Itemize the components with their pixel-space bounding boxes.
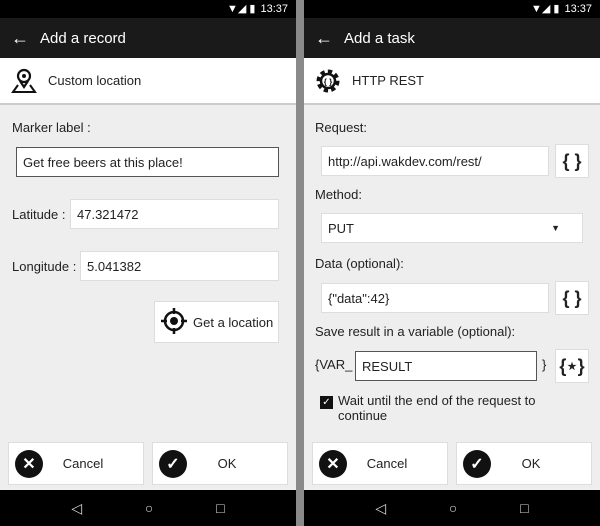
cancel-button[interactable]: ✕ Cancel (312, 442, 448, 485)
variable-name-input[interactable]: RESULT (355, 351, 537, 381)
back-nav-icon[interactable]: ◁ (71, 500, 82, 517)
wifi-signal-battery-icon: ▼◢ ▮ (227, 3, 256, 15)
page-title: Add a record (40, 29, 126, 47)
method-value: PUT (328, 220, 354, 236)
wait-label: Wait until the end of the request to con… (338, 393, 536, 423)
marker-label: Marker label : (12, 120, 91, 135)
back-arrow-icon[interactable]: ← (0, 28, 40, 49)
close-icon: ✕ (15, 449, 43, 478)
method-select[interactable]: PUT ▼ (321, 213, 583, 243)
recents-nav-icon[interactable]: □ (520, 500, 528, 516)
home-nav-icon[interactable]: ○ (449, 500, 457, 516)
ok-button[interactable]: ✓ OK (152, 442, 288, 485)
nav-bar: ◁ ○ □ (0, 490, 296, 526)
get-location-button[interactable]: Get a location (154, 301, 279, 343)
request-label: Request: (315, 120, 368, 135)
data-input[interactable]: {"data":42} (321, 283, 549, 313)
request-variables-button[interactable]: { } (555, 144, 589, 178)
section-header: Custom location (0, 58, 296, 105)
ok-label: OK (217, 456, 237, 471)
home-nav-icon[interactable]: ○ (145, 500, 153, 516)
crosshair-icon (161, 307, 187, 337)
ok-label: OK (521, 456, 541, 471)
save-result-label: Save result in a variable (optional): (315, 324, 516, 339)
back-nav-icon[interactable]: ◁ (375, 500, 386, 517)
page-title: Add a task (344, 29, 415, 47)
get-location-label: Get a location (193, 314, 274, 330)
variable-insert-button[interactable]: {⋆} (555, 349, 589, 383)
ok-button[interactable]: ✓ OK (456, 442, 592, 485)
latitude-label: Latitude : (12, 207, 66, 222)
latitude-input[interactable]: 47.321472 (70, 199, 279, 229)
var-prefix: {VAR_ (315, 357, 353, 372)
recents-nav-icon[interactable]: □ (216, 500, 224, 516)
clock: 13:37 (260, 3, 288, 15)
longitude-label: Longitude : (12, 259, 77, 274)
clock: 13:37 (564, 3, 592, 15)
wait-checkbox[interactable]: ✓ (320, 396, 333, 409)
add-record-screen: ▼◢ ▮ 13:37 ← Add a record Custom location … (0, 0, 296, 526)
header-title: HTTP REST (352, 73, 424, 88)
svg-text:{ }: { } (324, 77, 332, 86)
var-suffix: } (542, 357, 547, 372)
marker-label-input[interactable]: Get free beers at this place! (16, 147, 279, 177)
close-icon: ✕ (319, 449, 347, 478)
longitude-input[interactable]: 5.041382 (80, 251, 279, 281)
map-pin-icon (0, 68, 48, 94)
status-bar: ▼◢ ▮ 13:37 (0, 0, 296, 18)
cancel-label: Cancel (366, 456, 408, 471)
dropdown-arrow-icon: ▼ (551, 223, 560, 233)
method-label: Method: (315, 187, 362, 202)
app-bar: ← Add a task (304, 18, 600, 58)
section-header: { } HTTP REST (304, 58, 600, 105)
request-input[interactable]: http://api.wakdev.com/rest/ (321, 146, 549, 176)
status-bar: ▼◢ ▮ 13:37 (304, 0, 600, 18)
gear-icon: { } (304, 67, 352, 95)
header-title: Custom location (48, 73, 142, 88)
app-bar: ← Add a record (0, 18, 296, 58)
back-arrow-icon[interactable]: ← (304, 28, 344, 49)
wifi-signal-battery-icon: ▼◢ ▮ (531, 3, 560, 15)
check-icon: ✓ (463, 449, 491, 478)
data-label: Data (optional): (315, 256, 404, 271)
nav-bar: ◁ ○ □ (304, 490, 600, 526)
check-icon: ✓ (159, 449, 187, 478)
add-task-screen: ▼◢ ▮ 13:37 ← Add a task { } HTTP REST Requ… (304, 0, 600, 526)
data-variables-button[interactable]: { } (555, 281, 589, 315)
cancel-button[interactable]: ✕ Cancel (8, 442, 144, 485)
cancel-label: Cancel (62, 456, 104, 471)
